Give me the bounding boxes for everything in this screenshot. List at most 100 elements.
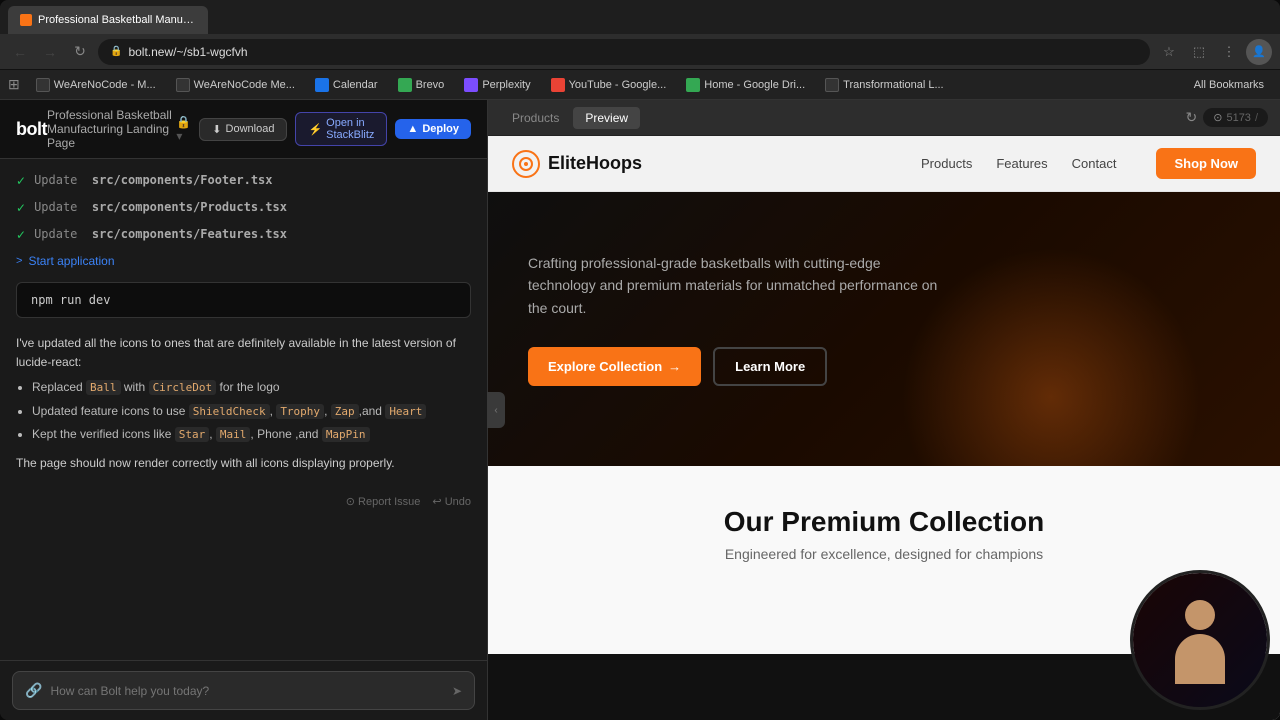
- chat-input-field[interactable]: [50, 684, 444, 698]
- nav-contact[interactable]: Contact: [1072, 156, 1117, 171]
- tab-code[interactable]: Products: [500, 107, 571, 129]
- bolt-header: bolt Professional Basketball Manufacturi…: [0, 100, 487, 159]
- download-icon: ⬇: [212, 123, 221, 136]
- nav-features[interactable]: Features: [996, 156, 1047, 171]
- resize-handle[interactable]: ‹: [487, 392, 505, 428]
- undo-link[interactable]: ↩ Undo: [432, 495, 471, 508]
- bolt-logo: bolt: [16, 119, 47, 140]
- terminal-box: npm run dev: [16, 282, 471, 318]
- bookmark-label: WeAreNoCode Me...: [194, 79, 295, 91]
- nav-products[interactable]: Products: [921, 156, 972, 171]
- code-circledot: CircleDot: [149, 380, 217, 395]
- preview-url-bar: ⊙ 5173 /: [1203, 108, 1268, 127]
- code-star: Star: [175, 427, 210, 442]
- products-subtitle: Engineered for excellence, designed for …: [512, 546, 1256, 562]
- extensions-icon[interactable]: ⬚: [1186, 39, 1212, 65]
- preview-url-icon: ⊙: [1213, 111, 1222, 124]
- back-button[interactable]: ←: [8, 40, 32, 64]
- hero-content: Crafting professional-grade basketballs …: [528, 252, 1028, 386]
- arrow-icon: →: [668, 359, 681, 374]
- preview-port: 5173: [1226, 112, 1250, 124]
- shop-now-button[interactable]: Shop Now: [1156, 148, 1256, 179]
- bookmark-youtube[interactable]: YouTube - Google...: [543, 76, 675, 94]
- code-shieldcheck: ShieldCheck: [189, 404, 270, 419]
- deploy-button[interactable]: ▲ Deploy: [395, 119, 471, 139]
- person-body: [1175, 634, 1225, 684]
- code-heart: Heart: [385, 404, 426, 419]
- chat-input-box: 🔗 ➤: [12, 671, 475, 710]
- bookmark-favicon: [464, 78, 478, 92]
- chat-area: ✓ Update src/components/Footer.tsx ✓ Upd…: [0, 159, 487, 660]
- arrow-right-icon: >: [16, 255, 22, 267]
- active-tab[interactable]: Professional Basketball Manufacturing La…: [8, 6, 208, 34]
- bookmark-favicon: [36, 78, 50, 92]
- start-app-link[interactable]: > Start application: [16, 252, 471, 270]
- main-area: bolt Professional Basketball Manufacturi…: [0, 100, 1280, 720]
- bookmark-perplexity[interactable]: Perplexity: [456, 76, 538, 94]
- check-icon-1: ✓: [16, 174, 26, 188]
- attach-icon[interactable]: 🔗: [25, 682, 42, 699]
- report-issue-link[interactable]: ⊙ Report Issue: [346, 495, 421, 508]
- file-path-1: Update src/components/Footer.tsx: [34, 173, 272, 187]
- refresh-button[interactable]: ↻: [1186, 109, 1198, 126]
- preview-actions: ↻ ⊙ 5173 /: [1186, 108, 1269, 127]
- bookmark-favicon: [551, 78, 565, 92]
- site-hero: Crafting professional-grade basketballs …: [488, 192, 1280, 466]
- bookmark-favicon: [686, 78, 700, 92]
- bookmark-wearenocode1[interactable]: WeAreNoCode - M...: [28, 76, 164, 94]
- bookmark-calendar[interactable]: Calendar: [307, 76, 386, 94]
- code-ball: Ball: [86, 380, 121, 395]
- bolt-page-title: Professional Basketball Manufacturing La…: [47, 108, 191, 150]
- lightning-icon: ⚡: [308, 123, 322, 136]
- file-path-3: Update src/components/Features.tsx: [34, 227, 287, 241]
- bolt-toolbar-right: Professional Basketball Manufacturing La…: [47, 108, 471, 150]
- bookmark-label: Perplexity: [482, 79, 530, 91]
- bookmark-all[interactable]: All Bookmarks: [1186, 77, 1272, 93]
- webcam-overlay: [1130, 570, 1270, 710]
- tab-preview[interactable]: Preview: [573, 107, 640, 129]
- products-title: Our Premium Collection: [512, 506, 1256, 538]
- preview-toolbar: Products Preview ↻ ⊙ 5173 /: [488, 100, 1280, 136]
- bullet-1: Replaced Ball with CircleDot for the log…: [32, 378, 471, 397]
- site-logo: EliteHoops: [512, 150, 642, 178]
- explore-collection-button[interactable]: Explore Collection →: [528, 347, 701, 386]
- bullet-3: Kept the verified icons like Star, Mail,…: [32, 425, 471, 444]
- code-mappin: MapPin: [322, 427, 370, 442]
- menu-icon[interactable]: ⋮: [1216, 39, 1242, 65]
- bookmark-brevo[interactable]: Brevo: [390, 76, 453, 94]
- url-text: bolt.new/~/sb1-wgcfvh: [128, 45, 247, 59]
- toolbar-icons: ☆ ⬚ ⋮ 👤: [1156, 39, 1272, 65]
- person-head: [1185, 600, 1215, 630]
- bookmark-transformational[interactable]: Transformational L...: [817, 76, 951, 94]
- bolt-left-panel: bolt Professional Basketball Manufacturi…: [0, 100, 488, 720]
- download-button[interactable]: ⬇ Download: [199, 118, 287, 141]
- forward-button[interactable]: →: [38, 40, 62, 64]
- site-nav-links: Products Features Contact Shop Now: [921, 148, 1256, 179]
- bookmark-label: Brevo: [416, 79, 445, 91]
- reload-button[interactable]: ↻: [68, 40, 92, 64]
- code-zap: Zap: [331, 404, 359, 419]
- learn-more-button[interactable]: Learn More: [713, 347, 827, 386]
- stackblitz-button[interactable]: ⚡ Open in StackBlitz: [295, 112, 387, 146]
- preview-tabs: Products Preview: [500, 107, 640, 129]
- bookmark-favicon: [825, 78, 839, 92]
- site-logo-text: EliteHoops: [548, 153, 642, 174]
- bookmark-all-label: All Bookmarks: [1194, 79, 1264, 91]
- lock-icon: 🔒: [110, 46, 122, 57]
- bookmark-favicon: [176, 78, 190, 92]
- bookmark-wearenocode2[interactable]: WeAreNoCode Me...: [168, 76, 303, 94]
- chat-input-area: 🔗 ➤: [0, 660, 487, 720]
- deploy-icon: ▲: [407, 123, 418, 135]
- check-icon-3: ✓: [16, 228, 26, 242]
- bookmark-icon[interactable]: ☆: [1156, 39, 1182, 65]
- bookmark-drive[interactable]: Home - Google Dri...: [678, 76, 813, 94]
- message-block: I've updated all the icons to ones that …: [16, 330, 471, 483]
- profile-avatar[interactable]: 👤: [1246, 39, 1272, 65]
- tab-favicon: [20, 14, 32, 26]
- bookmark-label: WeAreNoCode - M...: [54, 79, 156, 91]
- address-bar[interactable]: 🔒 bolt.new/~/sb1-wgcfvh: [98, 39, 1150, 65]
- code-mail: Mail: [216, 427, 251, 442]
- bullet-2: Updated feature icons to use ShieldCheck…: [32, 402, 471, 421]
- send-icon[interactable]: ➤: [452, 684, 462, 698]
- update-item-2: ✓ Update src/components/Products.tsx: [16, 198, 471, 217]
